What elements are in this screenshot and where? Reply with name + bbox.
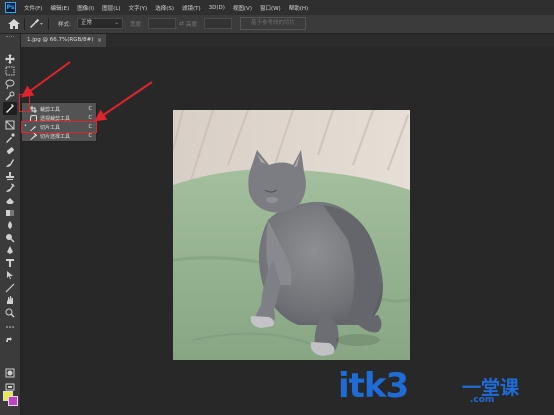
crop-icon [30,106,37,113]
width-field[interactable] [148,18,176,29]
document-tab-bar: 1.jpg @ 66.7%(RGB/8#) × [21,34,554,47]
tool-preset-picker[interactable] [28,18,44,30]
hand-icon[interactable] [5,295,15,305]
move-icon[interactable] [5,54,15,64]
flyout-item-label: 裁剪工具 [40,107,61,113]
toolbox-grip [6,36,14,39]
more-icon[interactable] [5,322,15,332]
frame-icon[interactable] [5,120,15,130]
highlight-slice-tool-box [19,94,30,112]
pen-icon[interactable] [5,245,15,255]
flyout-item-shortcut: C [88,133,93,139]
dodge-icon[interactable] [5,233,15,243]
blur-icon[interactable] [5,220,15,230]
width-label: 宽度: [130,22,143,28]
swap-colors-icon[interactable] [5,336,15,346]
height-field[interactable] [204,18,232,29]
menu-item[interactable]: 视图(V) [233,4,252,12]
flyout-item-slice-select[interactable]: 切片选择工具 C [22,132,96,141]
menu-item[interactable]: 帮助(H) [289,4,308,12]
eraser-icon[interactable] [5,195,15,205]
height-label: 高度: [186,22,199,28]
document-tab[interactable]: 1.jpg @ 66.7%(RGB/8#) × [21,34,106,47]
menu-item[interactable]: 图像(I) [77,4,94,12]
gradient-icon[interactable] [5,208,15,218]
watermark-url: .com [470,395,495,405]
watermark-brand: itk3 [338,366,409,406]
menu-item[interactable]: 滤镜(T) [182,4,201,12]
marquee-icon[interactable] [5,66,15,76]
menu-item[interactable]: 文字(Y) [129,4,148,12]
stamp-icon[interactable] [5,171,15,181]
chevron-down-icon: ⌄ [114,20,119,26]
flyout-item-crop[interactable]: 裁剪工具 C [22,105,96,114]
toolbox [0,34,21,415]
quick-select-icon[interactable] [5,91,15,101]
background-color-swatch[interactable] [8,396,18,406]
menu-item[interactable]: 选择(S) [155,4,174,12]
style-value: 正常 [81,20,93,26]
slices-from-guides-button[interactable]: 基于参考线的切片 [240,17,306,30]
flyout-item-shortcut: C [88,106,93,112]
menu-item[interactable]: 3D(D) [209,5,225,11]
path-select-icon[interactable] [5,270,15,280]
swap-dimensions-icon[interactable]: ⇄ [179,20,184,27]
menu-bar: Ps 文件(F) 编辑(E) 图像(I) 图层(L) 文字(Y) 选择(S) 滤镜(T) 3D… [0,0,554,15]
home-icon[interactable] [8,19,20,29]
eyedropper-icon[interactable] [5,133,15,143]
style-label: 样式: [58,22,71,28]
options-bar: 样式: 正常 ⌄ 宽度: ⇄ 高度: 基于参考线的切片 [0,15,554,34]
style-select[interactable]: 正常 ⌄ [77,18,123,29]
menu-items: 文件(F) 编辑(E) 图像(I) 图层(L) 文字(Y) 选择(S) 滤镜(T) 3D(D)… [24,0,316,15]
brush-icon[interactable] [5,158,15,168]
type-icon[interactable] [5,258,15,268]
flyout-item-label: 切片选择工具 [40,134,71,140]
document-tab-title: 1.jpg @ 66.7%(RGB/8#) [27,37,94,43]
history-brush-icon[interactable] [5,183,15,193]
slice-icon[interactable] [3,102,17,115]
menu-item[interactable]: 编辑(E) [50,4,69,12]
document-image[interactable] [173,110,410,360]
lasso-icon[interactable] [5,79,15,89]
menu-item[interactable]: 文件(F) [24,4,42,12]
line-icon[interactable] [5,283,15,293]
healing-icon[interactable] [5,146,15,156]
close-icon[interactable]: × [97,34,102,47]
quick-mask-icon[interactable] [5,368,15,378]
menu-item[interactable]: 图层(L) [102,4,120,12]
zoom-icon[interactable] [5,308,15,318]
menu-item[interactable]: 窗口(W) [260,4,281,12]
photoshop-logo: Ps [5,2,16,13]
highlight-slice-menu-item-box [21,121,97,133]
slice-select-icon [30,133,37,140]
